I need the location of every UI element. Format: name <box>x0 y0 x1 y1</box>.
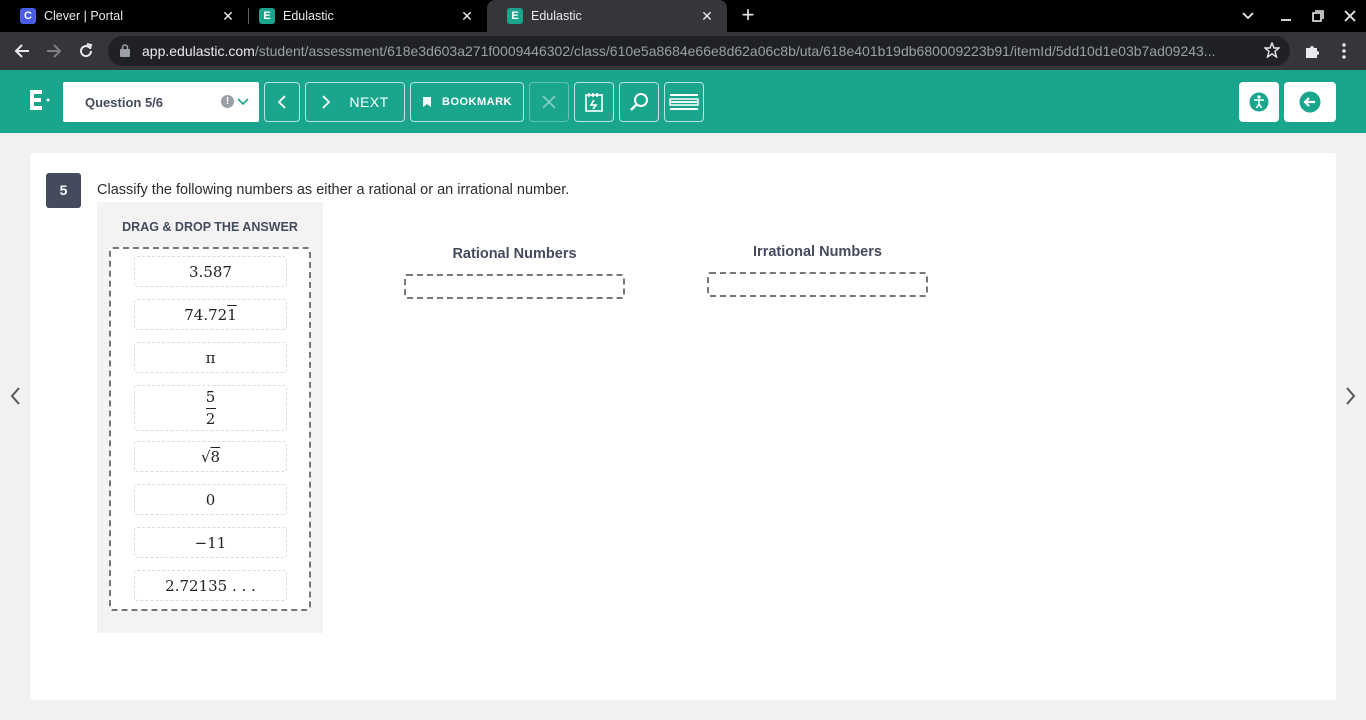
close-tab-icon[interactable]: ✕ <box>220 8 236 24</box>
question-number-badge: 5 <box>46 173 81 208</box>
question-selector[interactable]: Question 5/6 ! <box>63 82 259 122</box>
next-button[interactable]: NEXT <box>305 82 405 122</box>
close-tab-icon[interactable]: ✕ <box>699 8 715 24</box>
tab-title: Edulastic <box>531 9 582 23</box>
choice-zero[interactable]: 0 <box>134 484 287 515</box>
close-icon <box>542 95 556 109</box>
chevron-right-icon <box>322 95 331 109</box>
restore-icon[interactable] <box>1302 0 1334 32</box>
choice-74-721-repeating[interactable]: 74.72 1 <box>134 299 287 330</box>
tab-edulastic-1[interactable]: E Edulastic ✕ <box>239 0 487 32</box>
drag-drop-title: DRAG & DROP THE ANSWER <box>122 220 298 234</box>
choice-five-halves[interactable]: 52 <box>134 385 287 431</box>
new-tab-icon[interactable]: + <box>736 4 760 28</box>
reload-icon[interactable] <box>72 37 100 65</box>
clever-favicon-icon: C <box>20 8 36 24</box>
chevron-right-icon[interactable] <box>1345 386 1357 411</box>
forward-icon[interactable] <box>40 37 68 65</box>
scratchpad-icon <box>585 93 603 112</box>
extensions-icon[interactable] <box>1298 37 1326 65</box>
line-reader-button[interactable] <box>664 82 704 122</box>
choice-pi[interactable]: π <box>134 342 287 373</box>
question-text: Classify the following numbers as either… <box>97 182 570 198</box>
tab-title: Clever | Portal <box>44 9 123 23</box>
edulastic-favicon-icon: E <box>259 8 275 24</box>
rational-column-title: Rational Numbers <box>452 246 577 262</box>
back-icon[interactable] <box>8 37 36 65</box>
tab-search-icon[interactable] <box>1232 0 1264 32</box>
bookmark-label: BOOKMARK <box>442 96 512 108</box>
choice-sqrt-8[interactable]: √ 8 <box>134 441 287 472</box>
accessibility-icon <box>1249 92 1269 112</box>
scratchpad-button[interactable] <box>574 82 614 122</box>
rational-drop-zone[interactable] <box>404 274 625 299</box>
close-window-icon[interactable] <box>1334 0 1366 32</box>
address-bar[interactable]: app.edulastic.com/student/assessment/618… <box>108 36 1290 66</box>
lock-icon <box>120 44 130 62</box>
magnifier-button[interactable] <box>619 82 659 122</box>
edulastic-favicon-icon: E <box>507 8 523 24</box>
tab-title: Edulastic <box>283 9 334 23</box>
chevron-left-icon[interactable] <box>9 386 21 411</box>
bookmark-button[interactable]: BOOKMARK <box>410 82 524 122</box>
previous-button[interactable] <box>264 82 300 122</box>
url-text: app.edulastic.com/student/assessment/618… <box>142 43 1216 59</box>
choice-negative-11[interactable]: −11 <box>134 527 287 558</box>
choice-3-587[interactable]: 3.587 <box>134 256 287 287</box>
bookmark-icon <box>423 97 431 107</box>
menu-kebab-icon[interactable] <box>1330 37 1358 65</box>
close-tab-icon[interactable]: ✕ <box>459 8 475 24</box>
exit-icon <box>1299 91 1321 113</box>
chevron-left-icon <box>277 95 286 109</box>
tab-edulastic-active[interactable]: E Edulastic ✕ <box>487 0 727 32</box>
irrational-column-title: Irrational Numbers <box>753 244 882 260</box>
chevron-down-icon <box>237 95 249 113</box>
bookmark-star-icon[interactable] <box>1263 41 1281 63</box>
irrational-drop-zone[interactable] <box>707 272 928 297</box>
choice-2-72135[interactable]: 2.72135 . . . <box>134 570 287 601</box>
minimize-icon[interactable] <box>1270 0 1302 32</box>
search-icon <box>630 93 648 111</box>
line-reader-icon <box>669 94 699 110</box>
question-label: Question 5/6 <box>85 95 164 110</box>
exit-button[interactable] <box>1284 82 1336 122</box>
info-icon: ! <box>221 95 234 108</box>
edulastic-logo-icon <box>28 88 52 119</box>
tab-clever-portal[interactable]: C Clever | Portal ✕ <box>0 0 248 32</box>
next-label: NEXT <box>349 94 389 110</box>
accessibility-button[interactable] <box>1239 82 1279 122</box>
clear-button[interactable] <box>529 82 569 122</box>
